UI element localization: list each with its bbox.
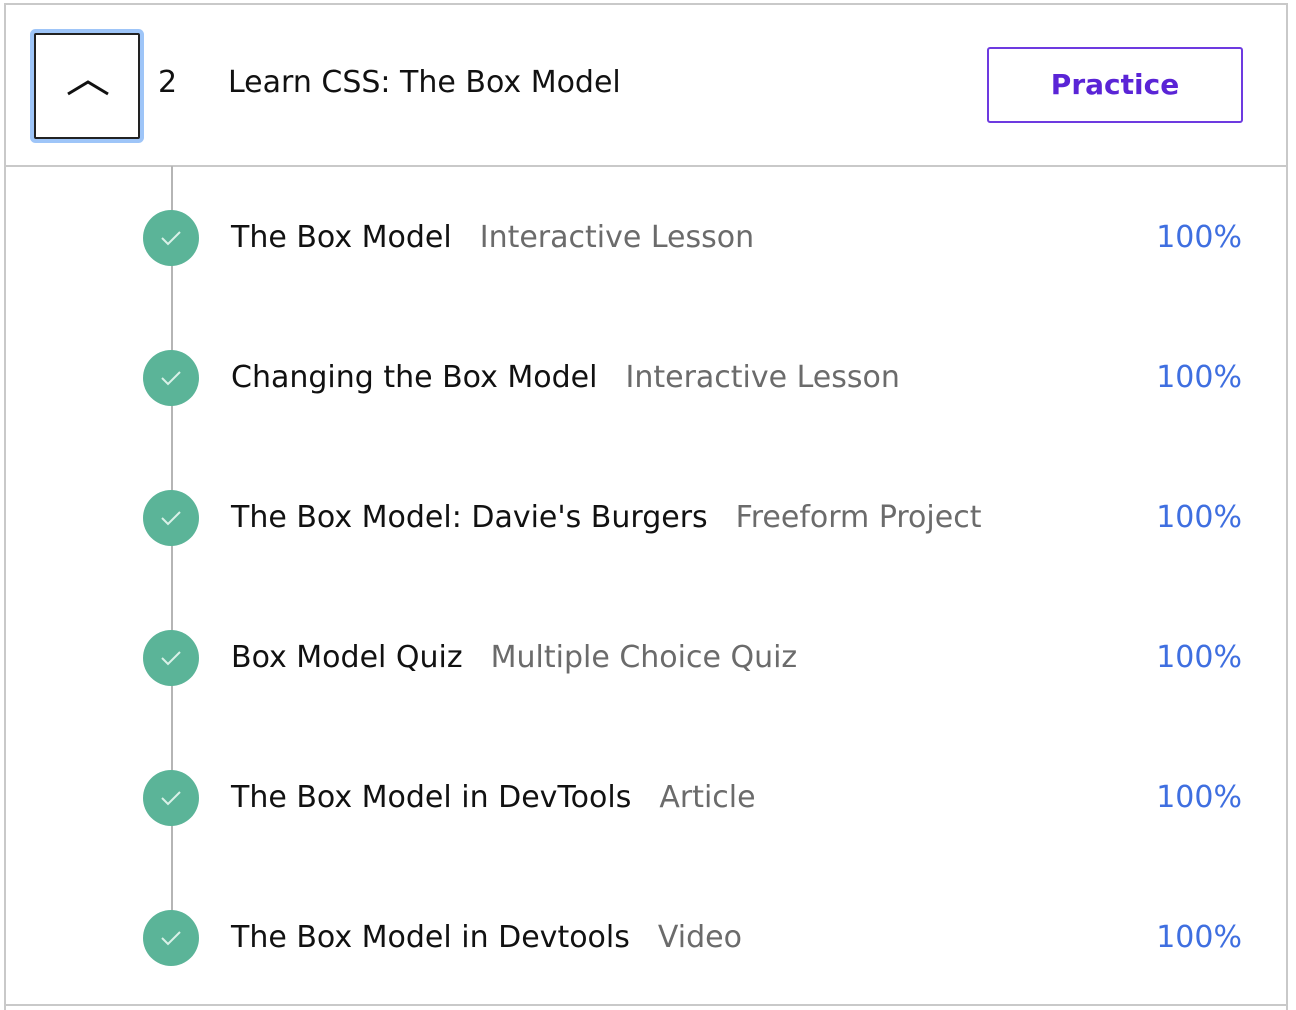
lesson-title: The Box Model in DevTools [231,780,632,815]
module-number: 2 [158,65,178,100]
completed-check-icon [143,630,199,686]
lesson-progress: 100% [1156,920,1242,955]
lesson-title-row: The Box Model in Devtools Video [231,920,742,956]
module-header: 2 Learn CSS: The Box Model Practice [6,5,1286,167]
completed-check-icon [143,910,199,966]
lesson-title-row: Changing the Box Model Interactive Lesson [231,360,900,396]
practice-button[interactable]: Practice [987,47,1243,123]
lesson-title-row: The Box Model Interactive Lesson [231,220,754,256]
collapse-button[interactable] [34,33,140,139]
lesson-item[interactable]: Box Model Quiz Multiple Choice Quiz 100% [6,623,1286,693]
lesson-title-row: The Box Model: Davie's Burgers Freeform P… [231,500,981,536]
lesson-item[interactable]: The Box Model in DevTools Article 100% [6,763,1286,833]
lesson-title: Changing the Box Model [231,360,598,395]
lesson-item[interactable]: The Box Model in Devtools Video 100% [6,903,1286,973]
lesson-progress: 100% [1156,360,1242,395]
lesson-item[interactable]: The Box Model: Davie's Burgers Freeform P… [6,483,1286,553]
lesson-progress: 100% [1156,640,1242,675]
lesson-type: Interactive Lesson [625,360,900,395]
lesson-type: Multiple Choice Quiz [490,640,798,675]
lesson-type: Video [657,920,742,955]
lesson-title-row: Box Model Quiz Multiple Choice Quiz [231,640,797,676]
completed-check-icon [143,490,199,546]
lesson-progress: 100% [1156,500,1242,535]
module-panel: 2 Learn CSS: The Box Model Practice The … [4,3,1288,1010]
lesson-title-row: The Box Model in DevTools Article [231,780,756,816]
lesson-type: Freeform Project [735,500,982,535]
lesson-title: The Box Model in Devtools [231,920,630,955]
lesson-item[interactable]: Changing the Box Model Interactive Lesson… [6,343,1286,413]
lesson-item[interactable]: The Box Model Interactive Lesson 100% [6,203,1286,273]
lesson-progress: 100% [1156,220,1242,255]
lesson-progress: 100% [1156,780,1242,815]
completed-check-icon [143,350,199,406]
lesson-type: Article [659,780,756,815]
divider [6,1004,1286,1006]
lesson-type: Interactive Lesson [479,220,755,255]
lesson-title: Box Model Quiz [231,640,463,675]
lesson-title: The Box Model [231,220,452,255]
module-title: Learn CSS: The Box Model [228,65,621,100]
chevron-up-icon [67,80,109,96]
completed-check-icon [143,770,199,826]
completed-check-icon [143,210,199,266]
lesson-title: The Box Model: Davie's Burgers [231,500,708,535]
